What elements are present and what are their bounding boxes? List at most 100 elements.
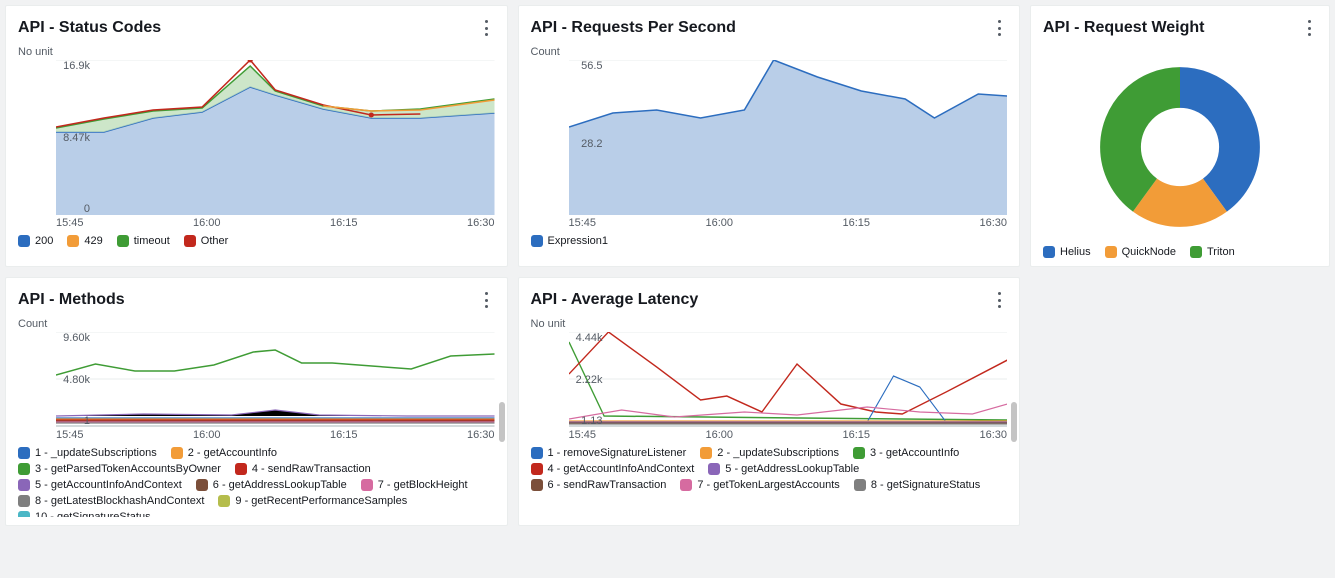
legend-label: 4 - sendRawTransaction — [252, 463, 371, 475]
y-axis-label: No unit — [18, 46, 495, 58]
chart-methods: 9.60k 4.80k 1 — [56, 332, 495, 427]
legend: 200 429 timeout Other — [18, 235, 495, 247]
chart-weight — [1043, 44, 1317, 240]
legend-item[interactable]: 6 - getAddressLookupTable — [196, 479, 347, 491]
y-axis-label: Count — [531, 46, 1008, 58]
legend-item[interactable]: Triton — [1190, 246, 1235, 258]
legend-swatch — [235, 463, 247, 475]
legend-item[interactable]: 2 - _updateSubscriptions — [700, 447, 839, 459]
legend-swatch — [1043, 246, 1055, 258]
legend-label: 200 — [35, 235, 53, 247]
legend-label: 6 - sendRawTransaction — [548, 479, 667, 491]
panel-weight: API - Request Weight Helius QuickNode Trit… — [1030, 5, 1330, 267]
kebab-menu-icon[interactable] — [991, 288, 1007, 312]
legend-item[interactable]: Other — [184, 235, 229, 247]
legend-swatch — [853, 447, 865, 459]
legend-label: 3 - getParsedTokenAccountsByOwner — [35, 463, 221, 475]
kebab-menu-icon[interactable] — [479, 16, 495, 40]
legend-item[interactable]: 8 - getSignatureStatus — [854, 479, 980, 491]
panel-title: API - Status Codes — [18, 19, 161, 37]
kebab-menu-icon[interactable] — [991, 16, 1007, 40]
legend-item[interactable]: 2 - getAccountInfo — [171, 447, 277, 459]
legend-swatch — [708, 463, 720, 475]
legend-label: 2 - _updateSubscriptions — [717, 447, 839, 459]
legend-item[interactable]: 3 - getAccountInfo — [853, 447, 959, 459]
legend-label: 8 - getLatestBlockhashAndContext — [35, 495, 204, 507]
legend-label: 5 - getAddressLookupTable — [725, 463, 859, 475]
legend-swatch — [218, 495, 230, 507]
legend-label: Triton — [1207, 246, 1235, 258]
chart-rps: 56.5 28.2 — [569, 60, 1008, 215]
y-axis-label: No unit — [531, 318, 1008, 330]
legend-label: Other — [201, 235, 229, 247]
legend: 1 - removeSignatureListener 2 - _updateSu… — [531, 447, 1008, 491]
legend-item[interactable]: 6 - sendRawTransaction — [531, 479, 667, 491]
legend-swatch — [680, 479, 692, 491]
panel-methods: API - Methods Count 9.60k 4.80k 1 — [5, 277, 508, 526]
legend-label: timeout — [134, 235, 170, 247]
chart-latency: 4.44k 2.22k 1.13 — [569, 332, 1008, 427]
legend-swatch — [854, 479, 866, 491]
legend-label: 1 - _updateSubscriptions — [35, 447, 157, 459]
legend-swatch — [18, 463, 30, 475]
legend-label: 7 - getBlockHeight — [378, 479, 468, 491]
legend-label: 5 - getAccountInfoAndContext — [35, 479, 182, 491]
legend-swatch — [171, 447, 183, 459]
panel-title: API - Request Weight — [1043, 19, 1205, 37]
legend: Helius QuickNode Triton — [1043, 246, 1317, 258]
legend-item[interactable]: 8 - getLatestBlockhashAndContext — [18, 495, 204, 507]
legend-swatch — [18, 479, 30, 491]
legend-swatch — [1105, 246, 1117, 258]
legend-item[interactable]: 4 - getAccountInfoAndContext — [531, 463, 695, 475]
legend-label: Expression1 — [548, 235, 609, 247]
legend-item[interactable]: 3 - getParsedTokenAccountsByOwner — [18, 463, 221, 475]
legend-label: 8 - getSignatureStatus — [871, 479, 980, 491]
legend-swatch — [184, 235, 196, 247]
legend-item[interactable]: 10 - getSignatureStatus — [18, 511, 151, 517]
legend-item[interactable]: 200 — [18, 235, 53, 247]
y-axis-label: Count — [18, 318, 495, 330]
legend-item[interactable]: timeout — [117, 235, 170, 247]
legend-label: 429 — [84, 235, 102, 247]
legend-swatch — [361, 479, 373, 491]
legend-item[interactable]: Helius — [1043, 246, 1091, 258]
legend-item[interactable]: QuickNode — [1105, 246, 1176, 258]
scrollbar-thumb[interactable] — [1011, 402, 1017, 442]
legend-swatch — [196, 479, 208, 491]
legend-swatch — [67, 235, 79, 247]
legend-label: 6 - getAddressLookupTable — [213, 479, 347, 491]
legend-swatch — [18, 511, 30, 517]
kebab-menu-icon[interactable] — [479, 288, 495, 312]
legend-item[interactable]: 1 - removeSignatureListener — [531, 447, 687, 459]
legend-swatch — [18, 235, 30, 247]
legend-item[interactable]: Expression1 — [531, 235, 609, 247]
legend-swatch — [531, 235, 543, 247]
chart-status-codes: 16.9k 8.47k 0 — [56, 60, 495, 215]
legend-label: QuickNode — [1122, 246, 1176, 258]
legend-item[interactable]: 4 - sendRawTransaction — [235, 463, 371, 475]
scrollbar-thumb[interactable] — [499, 402, 505, 442]
legend-item[interactable]: 5 - getAccountInfoAndContext — [18, 479, 182, 491]
legend-label: Helius — [1060, 246, 1091, 258]
panel-title: API - Average Latency — [531, 291, 699, 309]
legend-label: 1 - removeSignatureListener — [548, 447, 687, 459]
legend-swatch — [531, 479, 543, 491]
legend-item[interactable]: 5 - getAddressLookupTable — [708, 463, 859, 475]
legend-swatch — [700, 447, 712, 459]
legend-swatch — [18, 447, 30, 459]
legend-label: 2 - getAccountInfo — [188, 447, 277, 459]
panel-title: API - Requests Per Second — [531, 19, 736, 37]
legend-item[interactable]: 429 — [67, 235, 102, 247]
legend-item[interactable]: 7 - getTokenLargestAccounts — [680, 479, 839, 491]
panel-status-codes: API - Status Codes No unit 16.9k 8.47k 0 — [5, 5, 508, 267]
legend-item[interactable]: 9 - getRecentPerformanceSamples — [218, 495, 407, 507]
legend-item[interactable]: 7 - getBlockHeight — [361, 479, 468, 491]
panel-latency: API - Average Latency No unit 4.44k 2.22… — [518, 277, 1021, 526]
legend-swatch — [1190, 246, 1202, 258]
legend-swatch — [117, 235, 129, 247]
legend-label: 3 - getAccountInfo — [870, 447, 959, 459]
legend-swatch — [18, 495, 30, 507]
legend: 1 - _updateSubscriptions 2 - getAccountIn… — [18, 447, 495, 517]
kebab-menu-icon[interactable] — [1301, 16, 1317, 40]
legend-item[interactable]: 1 - _updateSubscriptions — [18, 447, 157, 459]
